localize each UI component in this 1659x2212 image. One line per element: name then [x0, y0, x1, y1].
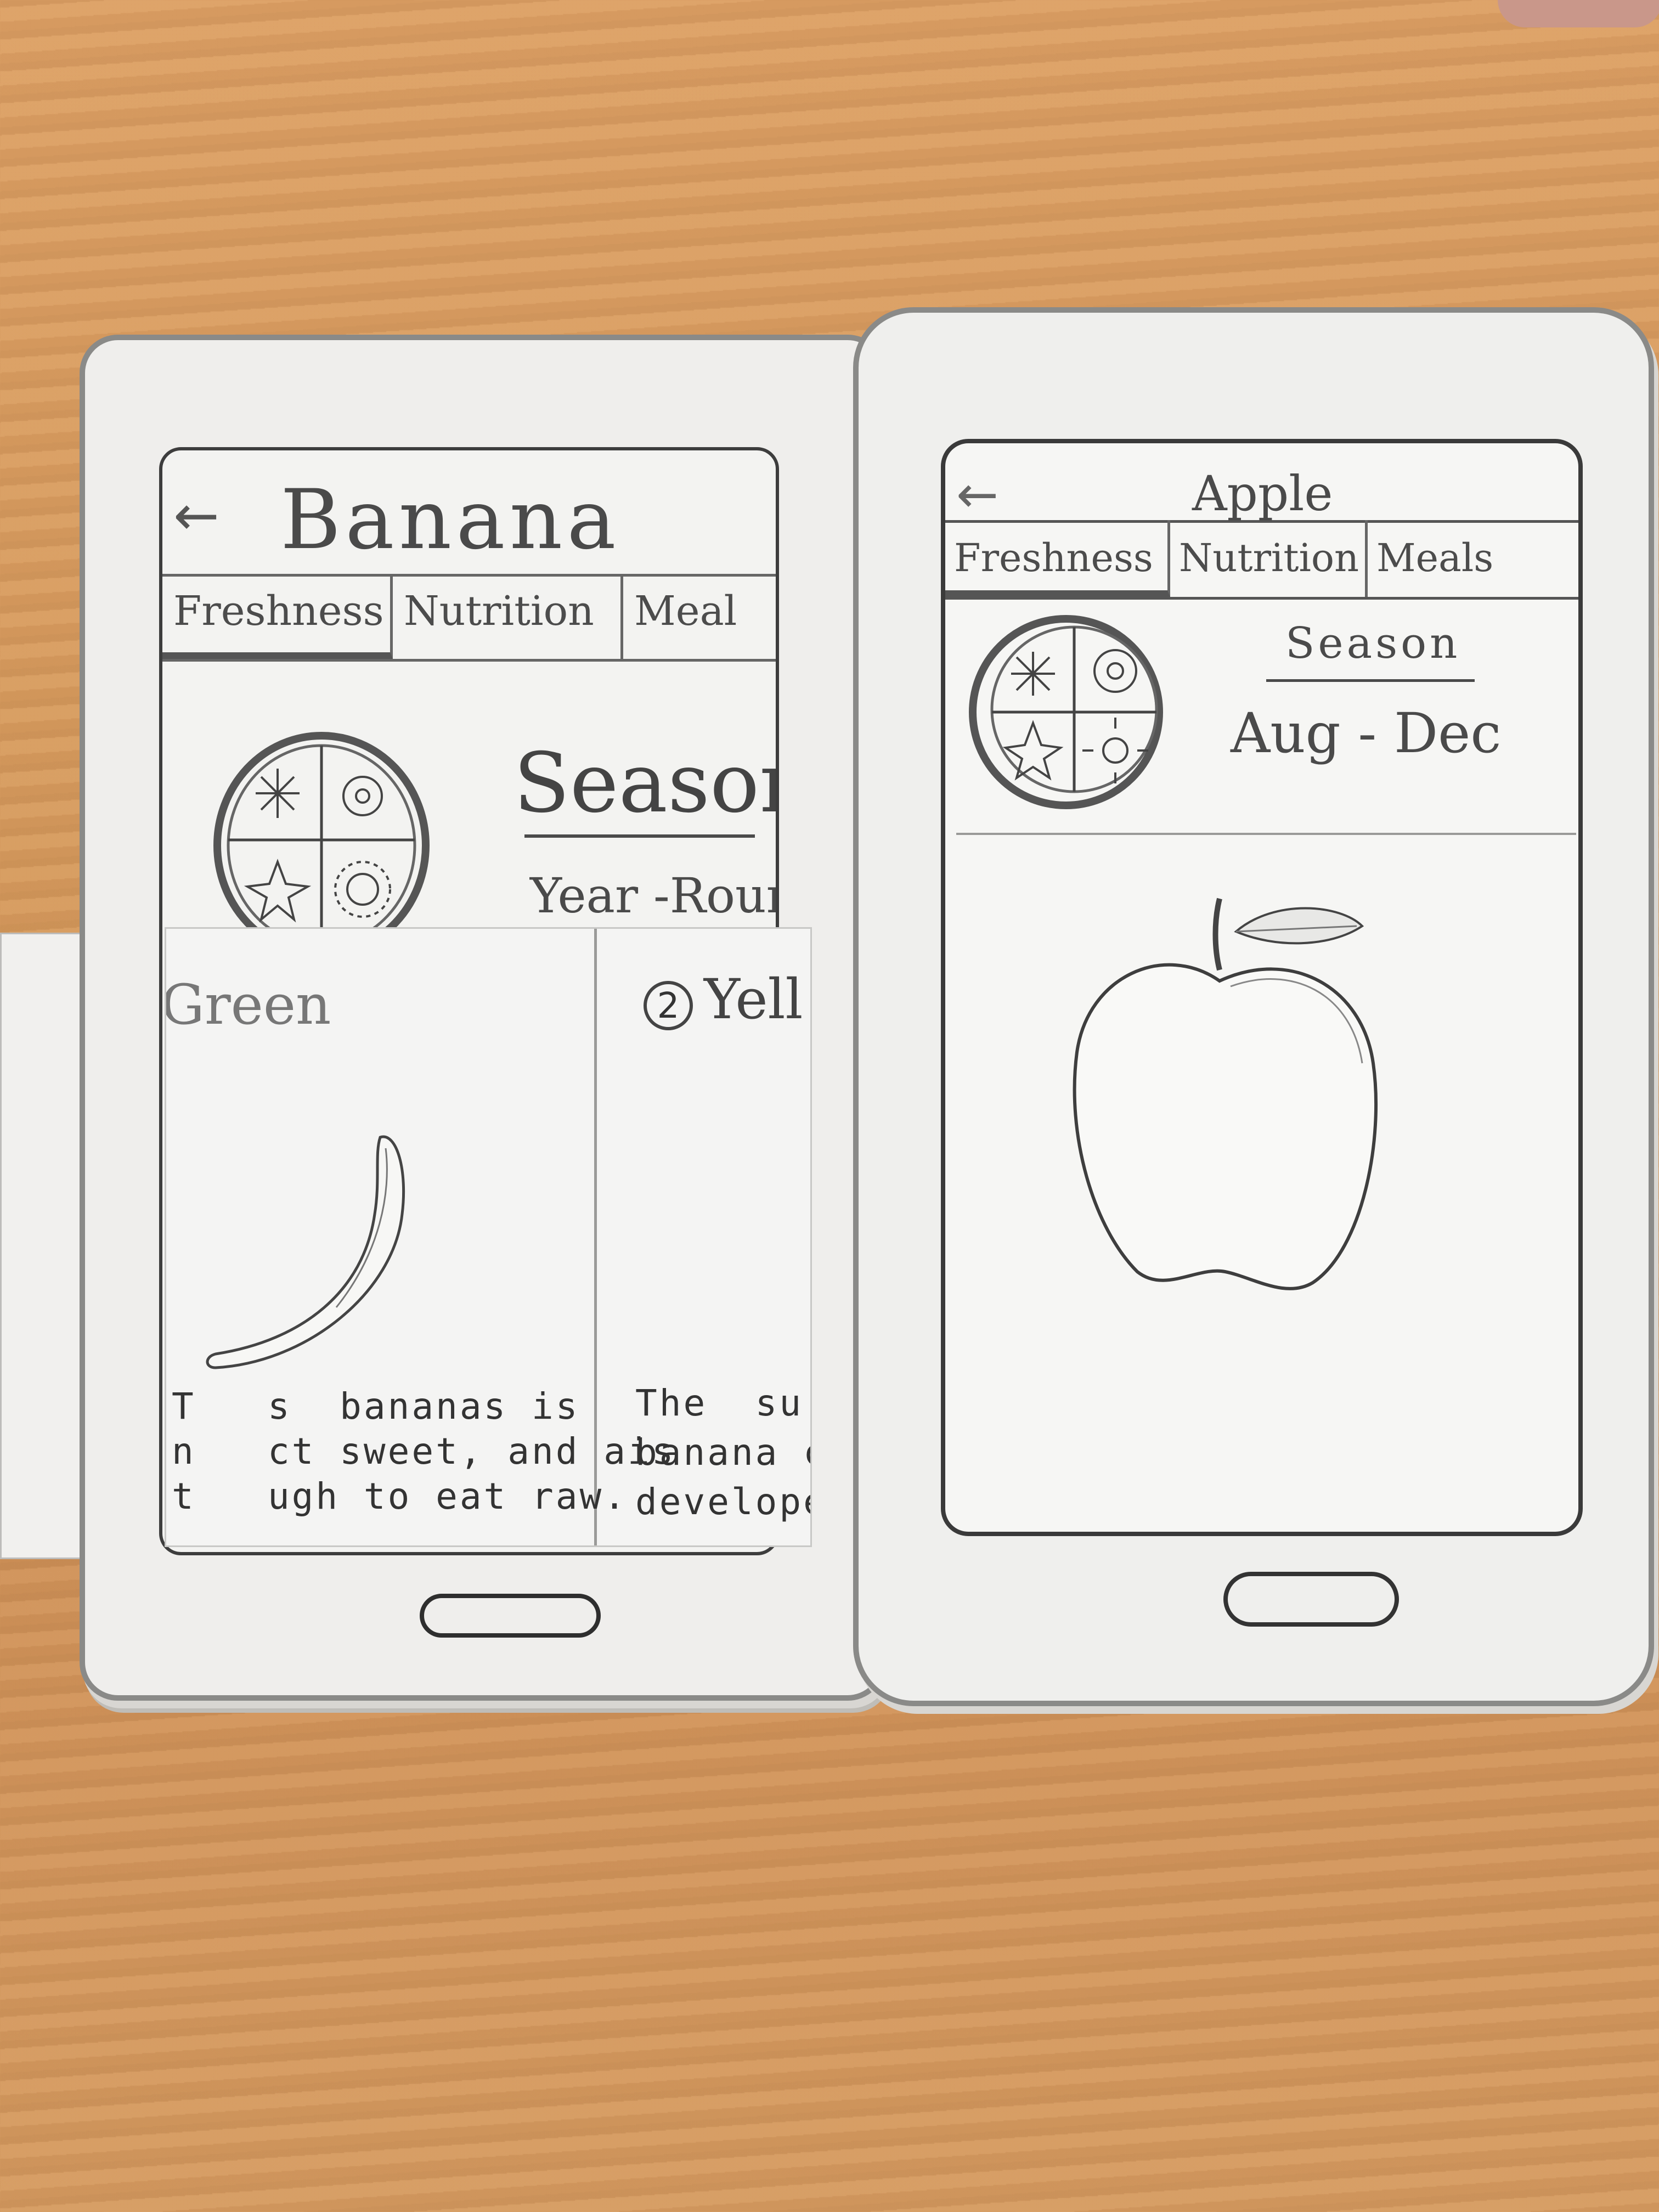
season-underline	[524, 834, 755, 838]
season-heading: Season	[1285, 619, 1461, 668]
tab-meals[interactable]: Meal	[623, 577, 776, 659]
tab-nutrition[interactable]: Nutrition	[393, 577, 623, 659]
season-value: Aug - Dec	[1231, 701, 1502, 765]
back-arrow-icon[interactable]: ←	[173, 483, 219, 548]
back-arrow-icon[interactable]: ←	[956, 465, 998, 524]
card-title-yellow: Yell	[704, 967, 803, 1031]
season-value: Year -Round	[530, 867, 776, 924]
tab-bar: Freshness Nutrition Meals	[945, 520, 1578, 600]
apple-screen: ← Apple Freshness Nutrition Meals Season…	[941, 439, 1583, 1536]
section-divider	[956, 833, 1576, 835]
page-title: Apple	[1192, 465, 1333, 522]
page-title: Banana	[280, 472, 620, 568]
card-description-yellow: The su banana c developed	[635, 1382, 810, 1523]
ripeness-cards[interactable]: Green T s bananas is n ct sweet, and ais…	[165, 927, 812, 1547]
tab-bar: Freshness Nutrition Meal	[162, 574, 776, 662]
card-description-green: T s bananas is n ct sweet, and ais t ugh…	[172, 1385, 676, 1517]
tab-freshness[interactable]: Freshness	[162, 577, 393, 659]
tab-nutrition[interactable]: Nutrition	[1170, 520, 1368, 597]
home-button[interactable]	[420, 1594, 601, 1638]
apple-illustration	[1073, 898, 1378, 1290]
banana-illustration	[206, 1135, 405, 1369]
apple-header: ← Apple	[945, 443, 1578, 524]
season-underline	[1266, 679, 1475, 682]
season-heading: Season	[514, 736, 776, 831]
banana-header: ← Banana	[162, 450, 776, 577]
season-wheel-icon	[213, 732, 430, 959]
finger-tip	[1498, 0, 1659, 27]
tab-meals[interactable]: Meals	[1368, 520, 1578, 597]
card-title-green: Green	[165, 973, 331, 1037]
home-button[interactable]	[1223, 1572, 1399, 1627]
card-number: 2	[644, 981, 693, 1030]
tab-freshness[interactable]: Freshness	[945, 520, 1170, 597]
season-wheel-icon	[969, 615, 1163, 809]
